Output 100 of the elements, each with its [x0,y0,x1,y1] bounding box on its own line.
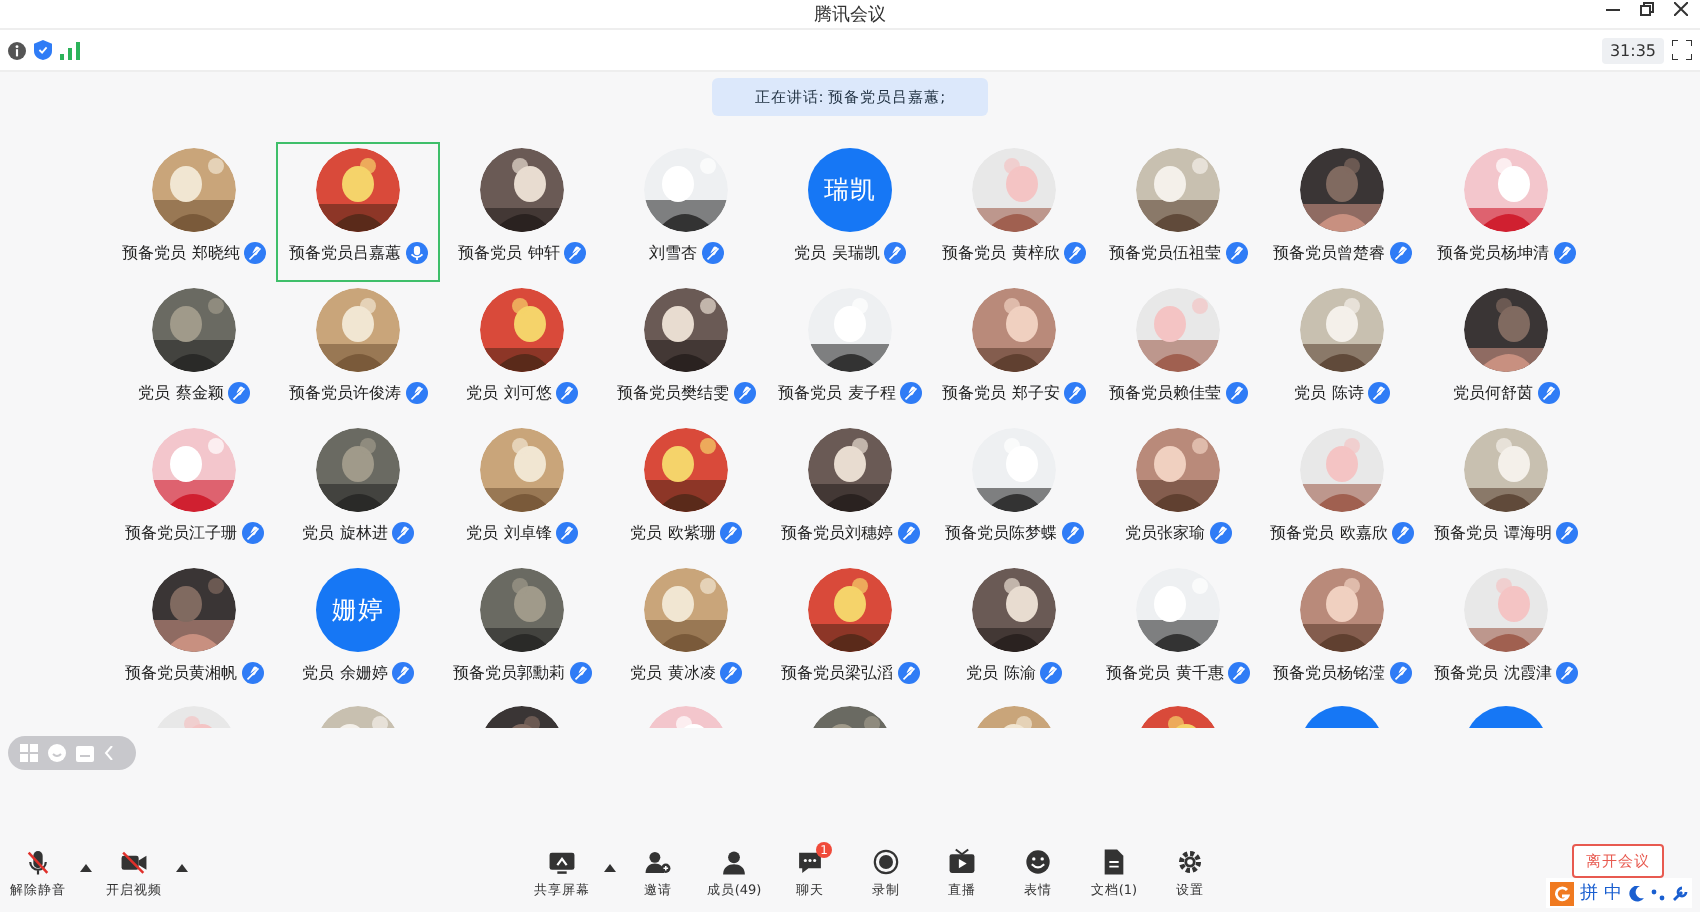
participant-tile[interactable]: 党员张家瑜 [1096,422,1260,562]
microphone-icon [1367,382,1390,404]
participant-tile[interactable]: 党员 黄冰凌 [604,562,768,702]
microphone-icon [883,242,906,264]
participant-tile[interactable]: 预备党员陈梦蝶 [932,422,1096,562]
participant-name: 党员张家瑜 [1125,522,1205,544]
participant-tile[interactable]: 预备党员 郑子安 [932,282,1096,422]
participant-tile[interactable]: 预备党员 谭海明 [1424,422,1588,562]
microphone-icon [1391,522,1414,544]
participant-tile[interactable]: 预备党员吕嘉蕙 [276,142,440,282]
wrench-icon[interactable] [1672,885,1688,901]
caret-icon[interactable] [604,864,616,872]
fullscreen-icon[interactable] [1672,40,1692,60]
participant-tile[interactable]: 预备党员樊结雯 [604,282,768,422]
participant-tile[interactable]: 党员 蔡金颖 [112,282,276,422]
participant-name: 预备党员黄湘帆 [125,662,237,684]
participant-tile[interactable]: 瑞凯 党员 吴瑞凯 [768,142,932,282]
avatar: 姗婷 [316,568,400,652]
participant-tile[interactable]: 预备党员杨铭滢 [1260,562,1424,702]
camera-off-icon [120,848,148,876]
microphone-icon [1555,522,1578,544]
participant-name: 预备党员 谭海明 [1434,522,1552,544]
microphone-icon [897,522,919,544]
participant-name: 预备党员杨铭滢 [1273,662,1385,684]
participant-name: 预备党员刘穗婷 [781,522,893,544]
participant-tile[interactable]: 党员 欧紫珊 [604,422,768,562]
participant-name: 预备党员曾楚睿 [1273,242,1385,264]
participant-tile[interactable]: 党员何舒茵 [1424,282,1588,422]
microphone-icon [719,662,742,684]
participant-tile[interactable]: 预备党员刘穗婷 [768,422,932,562]
microphone-icon [241,662,263,684]
microphone-icon [897,662,919,684]
participant-tile[interactable]: 预备党员黄湘帆 [112,562,276,702]
participant-name: 党员 欧紫珊 [630,522,716,544]
participant-tile[interactable]: 预备党员江子珊 [112,422,276,562]
participant-tile[interactable]: 预备党员 黄千惠 [1096,562,1260,702]
participant-name: 党员 陈诗 [1294,382,1364,404]
participant-tile[interactable]: 姗婷 党员 余姗婷 [276,562,440,702]
participant-name: 预备党员郭勳莉 [453,662,565,684]
screen-share-icon [548,848,576,876]
record-icon [872,848,900,876]
microphone-icon [391,522,414,544]
info-icon[interactable] [8,41,26,59]
speaking-microphone-icon [405,242,427,264]
participant-name: 预备党员 郑子安 [942,382,1060,404]
participant-name: 预备党员伍祖莹 [1109,242,1221,264]
shield-icon[interactable] [34,40,52,60]
punctuation-icon[interactable] [1650,885,1666,901]
restore-icon[interactable] [1640,2,1654,16]
microphone-icon [1225,242,1247,264]
participant-tile[interactable]: 党员 陈渝 [932,562,1096,702]
participant-tile[interactable]: 预备党员曾楚睿 [1260,142,1424,282]
participant-tile[interactable]: 预备党员 钟轩 [440,142,604,282]
participant-name: 预备党员 麦子程 [778,382,896,404]
participant-tile[interactable]: 预备党员赖佳莹 [1096,282,1260,422]
participant-name: 刘雪杏 [649,242,697,264]
participant-name: 党员 黄冰凌 [630,662,716,684]
microphone-icon [563,242,586,264]
participant-name: 党员 蔡金颖 [138,382,224,404]
participant-tile[interactable]: 预备党员 黄梓欣 [932,142,1096,282]
participant-name: 预备党员吕嘉蕙 [289,242,401,264]
signal-icon[interactable] [60,41,80,59]
live-broadcast-icon [948,848,976,876]
participant-tile[interactable]: 刘雪杏 [604,142,768,282]
participant-tile[interactable]: 预备党员 麦子程 [768,282,932,422]
microphone-icon [1063,382,1086,404]
moon-icon[interactable] [1628,885,1644,901]
participant-tile[interactable]: 预备党员梁弘滔 [768,562,932,702]
participant-name: 预备党员江子珊 [125,522,237,544]
window-title: 腾讯会议 [814,3,886,27]
microphone-icon [1389,242,1411,264]
participant-tile[interactable]: 预备党员伍祖莹 [1096,142,1260,282]
input-method-button[interactable]: 拼 [1580,880,1598,906]
caret-icon[interactable] [176,864,188,872]
participant-tile[interactable]: 预备党员 郑晓纯 [112,142,276,282]
microphone-icon [1061,522,1083,544]
participant-tile[interactable]: 党员 陈诗 [1260,282,1424,422]
participant-tile[interactable]: 党员 刘可悠 [440,282,604,422]
close-icon[interactable] [1674,2,1688,16]
participant-tile[interactable]: 预备党员许俊涛 [276,282,440,422]
caret-icon[interactable] [80,864,92,872]
microphone-icon [1227,662,1250,684]
participant-name: 预备党员赖佳莹 [1109,382,1221,404]
input-method-logo-icon[interactable] [1550,881,1574,905]
participant-name: 党员 刘可悠 [466,382,552,404]
members-icon [720,848,748,876]
participant-name: 预备党员 郑晓纯 [122,242,240,264]
participant-tile[interactable]: 党员 刘卓锋 [440,422,604,562]
participant-name: 党员何舒茵 [1453,382,1533,404]
participant-tile[interactable]: 党员 旋林进 [276,422,440,562]
participant-tile[interactable]: 预备党员杨坤清 [1424,142,1588,282]
microphone-muted-icon [24,848,52,876]
participant-tile[interactable]: 预备党员 欧嘉欣 [1260,422,1424,562]
microphone-icon [391,662,414,684]
smiley-icon [1024,848,1052,876]
microphone-icon [1389,662,1411,684]
participant-tile[interactable]: 预备党员郭勳莉 [440,562,604,702]
participant-tile[interactable]: 预备党员 沈霞津 [1424,562,1588,702]
participant-name: 党员 陈渝 [966,662,1036,684]
input-method-button[interactable]: 中 [1604,880,1622,906]
